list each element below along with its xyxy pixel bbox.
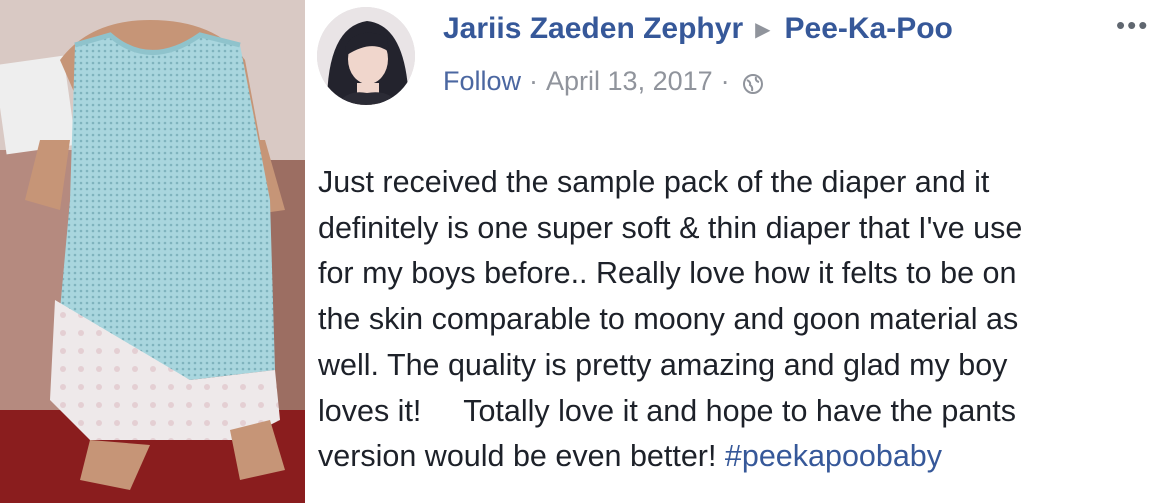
- globe-icon[interactable]: [742, 71, 764, 94]
- post-body-line: loves it! Totally love it and hope to ha…: [318, 393, 1016, 428]
- meta-separator: ·: [720, 66, 730, 96]
- post-body-line: the skin comparable to moony and goon ma…: [318, 302, 1019, 337]
- meta-separator: ·: [529, 66, 539, 96]
- avatar-image: [317, 7, 415, 105]
- post-body-last-line: version would be even better! #peekapoob…: [318, 434, 1158, 480]
- post-body: Just received the sample pack of the dia…: [318, 160, 1158, 480]
- post-photo[interactable]: [0, 0, 305, 503]
- post-body-line: Just received the sample pack of the dia…: [318, 165, 990, 199]
- play-arrow-icon: ▶: [755, 18, 771, 41]
- hashtag-link[interactable]: #peekapoobaby: [725, 439, 942, 473]
- post-meta: Follow · April 13, 2017 ·: [443, 66, 764, 97]
- post-body-line: well. The quality is pretty amazing and …: [318, 347, 1008, 382]
- baby-back-photo-image: [0, 0, 305, 503]
- post-body-line: definitely is one super soft & thin diap…: [318, 210, 1023, 245]
- post-body-line: for my boys before.. Really love how it …: [318, 256, 1017, 291]
- follow-link[interactable]: Follow: [443, 66, 521, 97]
- facebook-post: Jariis Zaeden Zephyr ▶ Pee-Ka-Poo ••• Fo…: [310, 0, 1167, 503]
- post-date-link[interactable]: April 13, 2017: [546, 66, 713, 97]
- post-body-line: version would be even better!: [318, 439, 725, 474]
- post-header: Jariis Zaeden Zephyr ▶ Pee-Ka-Poo: [443, 12, 953, 46]
- more-options-icon[interactable]: •••: [1116, 10, 1149, 41]
- author-name-link[interactable]: Jariis Zaeden Zephyr: [443, 12, 743, 46]
- page-name-link[interactable]: Pee-Ka-Poo: [785, 12, 953, 46]
- author-avatar[interactable]: [317, 7, 415, 105]
